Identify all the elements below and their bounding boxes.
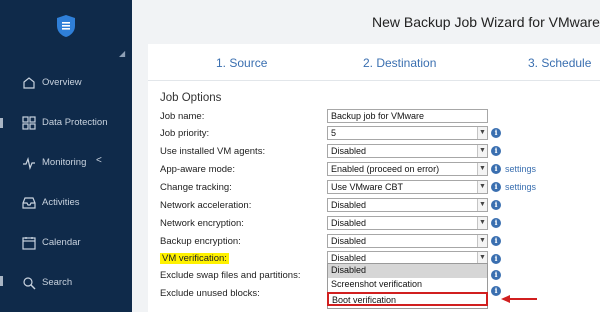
- info-icon[interactable]: i: [491, 200, 501, 210]
- app-logo-shield-icon: [57, 15, 75, 37]
- sidebar-item-overview[interactable]: Overview: [0, 72, 132, 96]
- dropdown-option-boot-verification[interactable]: Boot verification: [327, 292, 488, 306]
- backup-encryption-select[interactable]: Disabled ▼: [327, 234, 488, 248]
- job-name-label: Job name:: [160, 111, 205, 122]
- page-title: New Backup Job Wizard for VMware: [372, 14, 600, 30]
- vm-verification-label-highlight: VM verification:: [160, 253, 229, 264]
- home-icon: [23, 77, 35, 89]
- sidebar-item-label: Monitoring: [42, 157, 87, 168]
- vm-verification-label: VM verification:: [160, 253, 229, 264]
- job-priority-select[interactable]: 5 ▼: [327, 126, 488, 140]
- pulse-icon: [23, 156, 35, 170]
- info-icon[interactable]: i: [491, 128, 501, 138]
- sidebar-item-data-protection[interactable]: Data Protection: [0, 112, 132, 136]
- change-tracking-value: Use VMware CBT: [331, 182, 404, 192]
- info-icon[interactable]: i: [491, 164, 501, 174]
- info-icon[interactable]: i: [491, 236, 501, 246]
- job-name-input[interactable]: Backup job for VMware: [327, 109, 488, 123]
- network-encryption-label: Network encryption:: [160, 218, 244, 229]
- exclude-swap-label: Exclude swap files and partitions:: [160, 270, 301, 281]
- network-encryption-value: Disabled: [331, 218, 367, 228]
- app-aware-value: Enabled (proceed on error): [331, 164, 440, 174]
- installed-vm-agents-label: Use installed VM agents:: [160, 146, 266, 157]
- change-tracking-select[interactable]: Use VMware CBT ▼: [327, 180, 488, 194]
- sidebar-item-label: Search: [42, 277, 73, 288]
- grid-icon: [22, 116, 36, 130]
- app-aware-select[interactable]: Enabled (proceed on error) ▼: [327, 162, 488, 176]
- calendar-icon: [22, 237, 36, 250]
- chevron-down-icon: ▼: [477, 235, 487, 247]
- sidebar-item-calendar[interactable]: Calendar: [0, 232, 132, 256]
- network-acceleration-select[interactable]: Disabled ▼: [327, 198, 488, 212]
- app-aware-settings-link[interactable]: settings: [505, 164, 536, 174]
- sidebar-item-label: Calendar: [42, 237, 81, 248]
- sidebar: ◢ Overview Data Protection Monitoring < …: [0, 0, 132, 312]
- job-priority-value: 5: [331, 128, 337, 138]
- inbox-icon: [22, 197, 36, 209]
- exclude-unused-label: Exclude unused blocks:: [160, 288, 260, 299]
- change-tracking-label: Change tracking:: [160, 182, 232, 193]
- section-title: Job Options: [160, 92, 222, 104]
- info-icon[interactable]: i: [491, 146, 501, 156]
- info-icon[interactable]: i: [491, 218, 501, 228]
- tab-schedule[interactable]: 3. Schedule: [528, 56, 591, 70]
- installed-vm-agents-select[interactable]: Disabled ▼: [327, 144, 488, 158]
- callout-arrow-icon: [501, 295, 537, 303]
- info-icon[interactable]: i: [491, 254, 501, 264]
- backup-encryption-value: Disabled: [331, 236, 367, 246]
- change-tracking-settings-link[interactable]: settings: [505, 182, 536, 192]
- sidebar-item-search[interactable]: Search: [0, 272, 132, 296]
- network-encryption-select[interactable]: Disabled ▼: [327, 216, 488, 230]
- vm-verification-value: Disabled: [331, 253, 367, 263]
- vm-verification-dropdown: Disabled Screenshot verification Boot ve…: [327, 263, 488, 309]
- steps-divider: [148, 80, 600, 81]
- app-aware-label: App-aware mode:: [160, 164, 235, 175]
- backup-encryption-label: Backup encryption:: [160, 236, 241, 247]
- sidebar-collapse-handle[interactable]: ◢: [119, 49, 125, 58]
- dropdown-option-disabled[interactable]: Disabled: [328, 264, 487, 278]
- chevron-down-icon: ▼: [477, 145, 487, 157]
- network-acceleration-value: Disabled: [331, 200, 367, 210]
- sidebar-item-label: Overview: [42, 77, 82, 88]
- search-icon: [23, 277, 36, 290]
- sidebar-item-label: Data Protection: [42, 117, 108, 128]
- chevron-down-icon: ▼: [477, 127, 487, 139]
- info-icon[interactable]: i: [491, 270, 501, 280]
- tab-destination[interactable]: 2. Destination: [363, 56, 436, 70]
- chevron-left-icon: <: [96, 155, 102, 166]
- sidebar-item-monitoring[interactable]: Monitoring <: [0, 152, 132, 176]
- sidebar-item-activities[interactable]: Activities: [0, 192, 132, 216]
- network-acceleration-label: Network acceleration:: [160, 200, 252, 211]
- header-bar: New Backup Job Wizard for VMware: [132, 0, 600, 44]
- chevron-down-icon: ▼: [477, 217, 487, 229]
- installed-vm-agents-value: Disabled: [331, 146, 367, 156]
- sidebar-item-label: Activities: [42, 197, 80, 208]
- info-icon[interactable]: i: [491, 182, 501, 192]
- tab-source[interactable]: 1. Source: [216, 56, 267, 70]
- job-priority-label: Job priority:: [160, 128, 210, 139]
- dropdown-option-screenshot-verification[interactable]: Screenshot verification: [328, 278, 487, 292]
- chevron-down-icon: ▼: [477, 199, 487, 211]
- chevron-down-icon: ▼: [477, 181, 487, 193]
- content-gutter: [132, 44, 148, 312]
- chevron-down-icon: ▼: [477, 163, 487, 175]
